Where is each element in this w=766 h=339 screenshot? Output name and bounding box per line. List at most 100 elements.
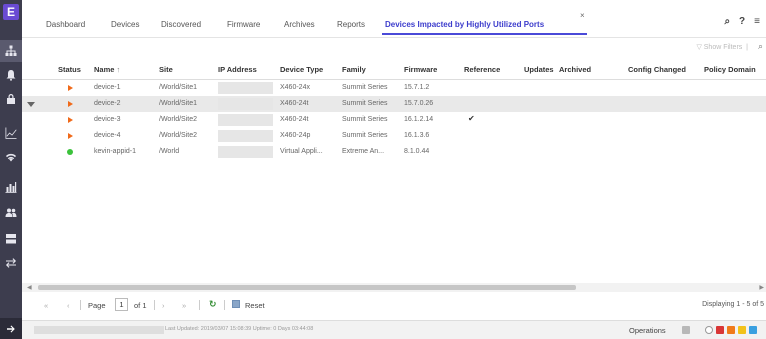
status-warning-icon <box>68 85 73 91</box>
tab-discovered[interactable]: Discovered <box>161 20 201 29</box>
paging-toolbar: « ‹ Page 1 of 1 › » ↻ Reset Displaying 1… <box>22 295 766 315</box>
info-alarm-icon[interactable] <box>749 326 757 334</box>
cell-device-type: Virtual Appli... <box>280 148 323 155</box>
refresh-icon[interactable]: ↻ <box>209 299 217 310</box>
critical-alarm-icon[interactable] <box>716 326 724 334</box>
document-icon[interactable] <box>682 326 690 334</box>
reset-icon[interactable] <box>232 300 240 308</box>
status-field-redacted <box>34 326 164 334</box>
cell-firmware: 16.1.2.14 <box>404 116 434 123</box>
table-row[interactable]: device-2 /World/Site1 X460-24t Summit Se… <box>22 96 766 112</box>
tab-dashboard[interactable]: Dashboard <box>46 20 85 29</box>
column-header-updates[interactable]: Updates <box>524 65 554 74</box>
filter-row: ▽ Show Filters | ⌕ <box>22 38 766 56</box>
menu-icon[interactable]: ≡ <box>754 16 760 27</box>
tab-reports[interactable]: Reports <box>337 20 365 29</box>
reset-button[interactable]: Reset <box>245 301 265 310</box>
scroll-right-icon[interactable]: ▶ <box>759 284 764 291</box>
cell-site: /World/Site1 <box>159 100 197 107</box>
divider <box>199 300 200 310</box>
horizontal-scrollbar[interactable]: ◀ ▶ <box>22 283 766 292</box>
column-header-name-label: Name <box>94 65 115 74</box>
tab-firmware[interactable]: Firmware <box>227 20 260 29</box>
cell-family: Summit Series <box>342 116 388 123</box>
status-ok-icon <box>67 149 73 155</box>
scroll-left-icon[interactable]: ◀ <box>27 284 32 291</box>
wifi-icon[interactable] <box>0 146 22 168</box>
prev-page-icon[interactable]: ‹ <box>67 301 70 310</box>
cell-site: /World <box>159 148 180 155</box>
devices-table: Status Name ↑ Site IP Address Device Typ… <box>22 56 766 160</box>
cell-firmware: 8.1.0.44 <box>404 148 430 155</box>
first-page-icon[interactable]: « <box>44 301 48 310</box>
cell-site: /World/Site2 <box>159 116 197 123</box>
column-header-site[interactable]: Site <box>159 65 173 74</box>
app-logo[interactable]: E <box>3 4 19 20</box>
table-row[interactable]: device-3 /World/Site2 X460-24t Summit Se… <box>22 112 766 128</box>
table-row[interactable]: kevin-appid-1 /World Virtual Appli... Ex… <box>22 144 766 160</box>
transfer-icon[interactable] <box>0 252 22 274</box>
column-header-policy-domain[interactable]: Policy Domain <box>704 65 756 74</box>
column-header-name[interactable]: Name ↑ <box>94 65 120 74</box>
major-alarm-icon[interactable] <box>727 326 735 334</box>
minor-alarm-icon[interactable] <box>738 326 746 334</box>
table-row[interactable]: device-1 /World/Site1 X460-24x Summit Se… <box>22 80 766 96</box>
next-page-icon[interactable]: › <box>162 301 165 310</box>
scrollbar-thumb[interactable] <box>38 285 576 290</box>
alarm-bell-icon[interactable] <box>705 326 713 334</box>
left-sidebar: E <box>0 0 22 339</box>
cell-site: /World/Site2 <box>159 132 197 139</box>
cell-ip-redacted <box>218 130 273 142</box>
divider <box>154 300 155 310</box>
cell-ip-redacted <box>218 98 273 110</box>
search-icon[interactable]: ⌕ <box>724 16 730 27</box>
top-right-icons: ⌕ ? ≡ <box>724 16 760 27</box>
cell-site: /World/Site1 <box>159 84 197 91</box>
cell-family: Extreme An... <box>342 148 385 155</box>
tab-devices[interactable]: Devices <box>111 20 139 29</box>
column-header-device-type[interactable]: Device Type <box>280 65 323 74</box>
column-header-firmware[interactable]: Firmware <box>404 65 437 74</box>
cell-family: Summit Series <box>342 132 388 139</box>
column-header-ip[interactable]: IP Address <box>218 65 257 74</box>
column-header-archived[interactable]: Archived <box>559 65 591 74</box>
server-icon[interactable] <box>0 228 22 250</box>
sort-arrow-icon: ↑ <box>116 65 121 74</box>
line-chart-icon[interactable] <box>0 122 22 144</box>
cell-family: Summit Series <box>342 100 388 107</box>
cell-name: kevin-appid-1 <box>94 148 137 155</box>
lock-icon[interactable] <box>0 88 22 110</box>
page-number-input[interactable]: 1 <box>115 298 128 311</box>
cell-device-type: X460-24x <box>280 84 310 91</box>
page-label: Page <box>88 301 106 310</box>
active-tab-indicator <box>382 33 587 35</box>
operations-button[interactable]: Operations <box>629 326 666 335</box>
tab-bar: Dashboard Devices Discovered Firmware Ar… <box>22 0 766 38</box>
show-filters-button[interactable]: ▽ Show Filters | <box>696 43 748 51</box>
reference-check-icon: ✔ <box>468 114 475 123</box>
row-expander-icon[interactable] <box>27 102 35 107</box>
table-search-icon[interactable]: ⌕ <box>758 41 763 52</box>
displaying-count: Displaying 1 - 5 of 5 <box>702 301 764 308</box>
column-header-status[interactable]: Status <box>58 65 81 74</box>
network-icon[interactable] <box>0 40 22 62</box>
bell-icon[interactable] <box>0 64 22 86</box>
users-icon[interactable] <box>0 202 22 224</box>
cell-firmware: 16.1.3.6 <box>404 132 430 139</box>
help-icon[interactable]: ? <box>739 16 745 27</box>
status-warning-icon <box>68 101 73 107</box>
close-tab-icon[interactable]: × <box>580 11 585 20</box>
column-header-family[interactable]: Family <box>342 65 366 74</box>
cell-firmware: 15.7.1.2 <box>404 84 430 91</box>
last-page-icon[interactable]: » <box>182 301 186 310</box>
column-header-config-changed[interactable]: Config Changed <box>628 65 686 74</box>
table-row[interactable]: device-4 /World/Site2 X460-24p Summit Se… <box>22 128 766 144</box>
cell-ip-redacted <box>218 82 273 94</box>
cell-name: device-3 <box>94 116 121 123</box>
tab-devices-impacted[interactable]: Devices Impacted by Highly Utilized Port… <box>385 20 544 29</box>
arrow-right-icon[interactable] <box>0 318 22 339</box>
cell-name: device-1 <box>94 84 121 91</box>
bar-chart-icon[interactable] <box>0 176 22 198</box>
column-header-reference[interactable]: Reference <box>464 65 500 74</box>
tab-archives[interactable]: Archives <box>284 20 315 29</box>
